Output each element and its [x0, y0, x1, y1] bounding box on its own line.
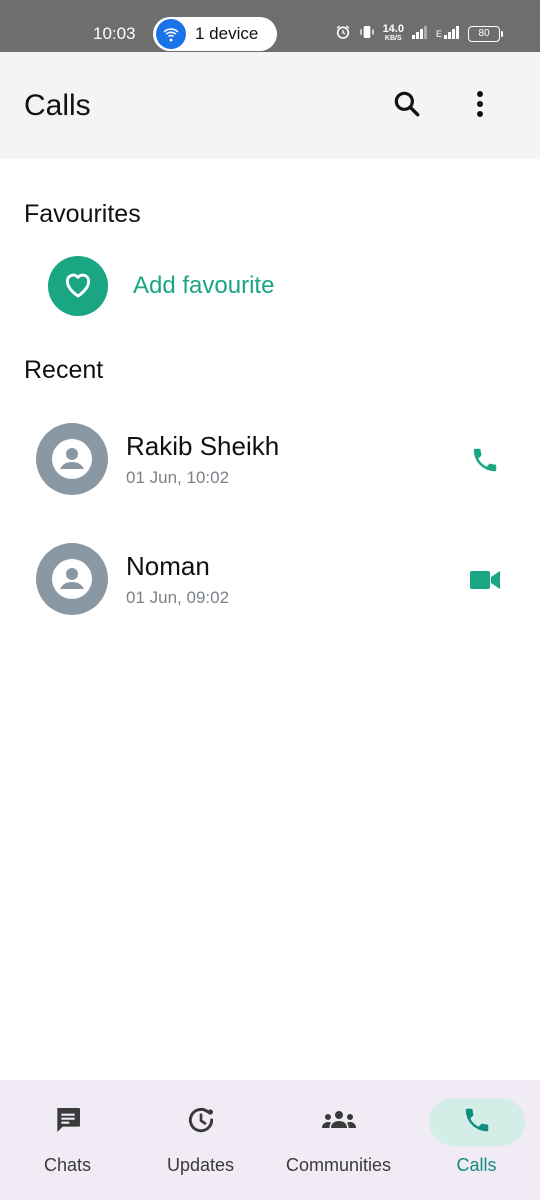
phone-icon [462, 1105, 492, 1140]
call-log-row[interactable]: Rakib Sheikh 01 Jun, 10:02 [0, 423, 540, 523]
search-icon[interactable] [391, 88, 423, 120]
nav-calls[interactable]: Calls [409, 1080, 540, 1200]
nav-calls-active-indicator [428, 1098, 525, 1146]
device-pill[interactable]: 1 device [153, 17, 277, 51]
add-favourite-label[interactable]: Add favourite [133, 272, 274, 300]
nav-chats-label: Chats [43, 1155, 92, 1175]
chat-icon [52, 1104, 84, 1141]
nav-calls-label: Calls [456, 1155, 497, 1175]
signal-icon-2 [444, 25, 460, 42]
add-favourite-button[interactable] [48, 256, 108, 316]
video-icon[interactable] [466, 563, 504, 597]
more-options-icon[interactable] [466, 88, 494, 120]
nav-communities-label: Communities [285, 1155, 392, 1175]
signal-icon [411, 25, 428, 42]
call-log-row[interactable]: Noman 01 Jun, 09:02 [0, 543, 540, 643]
app-bar: Calls [0, 52, 540, 159]
battery-icon: 80 [468, 25, 503, 42]
favourites-heading: Favourites [24, 200, 141, 228]
nav-communities[interactable]: Communities [271, 1080, 406, 1200]
page-title: Calls [24, 89, 91, 122]
nav-updates-label: Updates [166, 1155, 235, 1175]
network-speed: 14.0 KB/S [382, 22, 404, 42]
heart-icon [62, 269, 94, 304]
recent-heading: Recent [24, 356, 104, 384]
avatar[interactable] [36, 543, 108, 615]
network-type: E [435, 28, 442, 39]
phone-icon[interactable] [466, 443, 504, 477]
contact-name: Noman [126, 551, 210, 581]
wifi-hotspot-icon [156, 19, 186, 49]
call-timestamp: 01 Jun, 10:02 [126, 468, 230, 487]
nav-updates[interactable]: Updates [133, 1080, 268, 1200]
status-bar: 10:03 1 device 14.0 KB/S E 80 [0, 0, 540, 52]
avatar[interactable] [36, 423, 108, 495]
updates-icon [185, 1104, 217, 1141]
vibrate-icon [359, 24, 375, 43]
contact-name: Rakib Sheikh [126, 431, 280, 461]
device-pill-label: 1 device [195, 24, 259, 43]
bottom-navigation: Chats Updates Communities Calls [0, 1080, 540, 1200]
status-icons: 14.0 KB/S E 80 [335, 22, 503, 43]
communities-icon [320, 1106, 358, 1139]
call-timestamp: 01 Jun, 09:02 [126, 588, 230, 607]
alarm-icon [335, 24, 351, 43]
status-time: 10:03 [93, 24, 136, 43]
nav-chats[interactable]: Chats [0, 1080, 135, 1200]
